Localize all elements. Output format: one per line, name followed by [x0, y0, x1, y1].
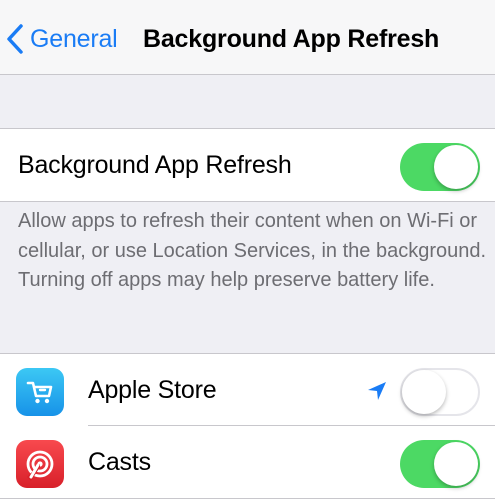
toggle-knob	[434, 145, 478, 189]
back-button[interactable]: General	[6, 21, 118, 57]
toggle-knob	[434, 442, 478, 486]
chevron-left-icon	[7, 24, 23, 54]
app-row-apple-store: Apple Store	[0, 354, 495, 426]
app-row-casts: Casts	[0, 426, 495, 498]
main-setting-group: Background App Refresh	[0, 128, 495, 202]
location-arrow-icon	[368, 382, 386, 400]
casts-toggle[interactable]	[400, 440, 480, 488]
podcast-icon	[16, 440, 64, 488]
app-name-label: Apple Store	[88, 375, 217, 404]
page-title: Background App Refresh	[143, 25, 440, 53]
background-app-refresh-label: Background App Refresh	[18, 150, 292, 179]
back-button-label: General	[30, 24, 118, 53]
app-name-label: Casts	[88, 447, 151, 476]
shopping-cart-icon	[16, 368, 64, 416]
footer-description: Allow apps to refresh their content when…	[18, 210, 487, 291]
apps-list: Apple Store Casts	[0, 353, 495, 499]
toggle-knob	[402, 370, 446, 414]
background-app-refresh-toggle[interactable]	[400, 143, 480, 191]
navigation-bar: General Background App Refresh	[0, 0, 495, 75]
background-app-refresh-row: Background App Refresh	[0, 129, 495, 201]
apple-store-toggle[interactable]	[400, 368, 480, 416]
